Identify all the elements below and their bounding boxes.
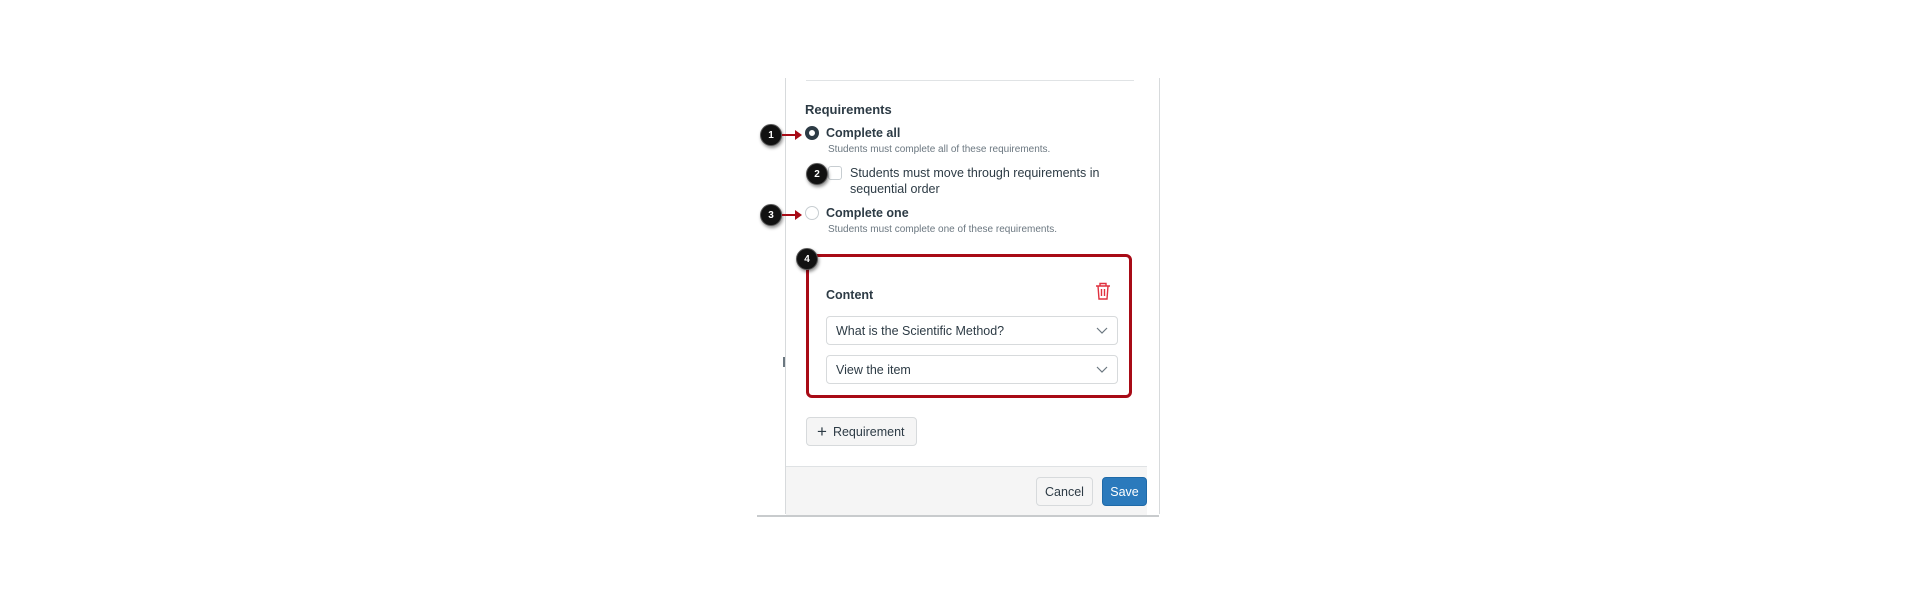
- content-action-select[interactable]: View the item: [826, 355, 1118, 384]
- radio-unchecked-icon[interactable]: [805, 206, 819, 220]
- callout-arrow: [782, 130, 802, 140]
- trash-icon[interactable]: [1094, 281, 1112, 301]
- requirements-panel: Requirements Complete all Students must …: [785, 78, 1160, 515]
- add-requirement-label: Requirement: [832, 424, 905, 439]
- chevron-down-icon: [1096, 366, 1108, 373]
- content-item-select[interactable]: What is the Scientific Method?: [826, 316, 1118, 345]
- frame-bottom-border: [757, 515, 1159, 517]
- radio-description: Students must complete all of these requ…: [828, 144, 1051, 155]
- requirements-heading: Requirements: [805, 102, 892, 117]
- sequential-order-checkbox[interactable]: Students must move through requirements …: [828, 165, 1110, 197]
- chevron-down-icon: [1096, 327, 1108, 334]
- content-requirement-card: Content What is the Scientific Method? V…: [806, 254, 1132, 398]
- panel-footer: Cancel Save: [786, 466, 1147, 515]
- content-title: Content: [826, 288, 874, 302]
- radio-label: Complete all: [826, 126, 901, 140]
- radio-complete-all[interactable]: Complete all: [805, 126, 900, 140]
- divider: [806, 80, 1134, 81]
- cancel-button[interactable]: Cancel: [1036, 477, 1093, 506]
- checkbox-label: Students must move through requirements …: [850, 166, 1100, 196]
- plus-icon: +: [817, 421, 827, 441]
- select-value: What is the Scientific Method?: [836, 323, 1005, 338]
- checkbox-icon[interactable]: [828, 166, 842, 180]
- radio-checked-icon[interactable]: [805, 126, 819, 140]
- callout-badge: 3: [760, 204, 782, 226]
- select-value: View the item: [836, 362, 911, 377]
- callout-arrow: [782, 210, 802, 220]
- callout-badge: 1: [760, 124, 782, 146]
- radio-description: Students must complete one of these requ…: [828, 224, 1058, 235]
- save-button[interactable]: Save: [1102, 477, 1147, 506]
- radio-complete-one[interactable]: Complete one: [805, 206, 909, 220]
- callout-badge: 4: [796, 248, 818, 270]
- add-requirement-button[interactable]: + Requirement: [806, 417, 917, 446]
- callout-badge: 2: [806, 163, 828, 185]
- radio-label: Complete one: [826, 206, 909, 220]
